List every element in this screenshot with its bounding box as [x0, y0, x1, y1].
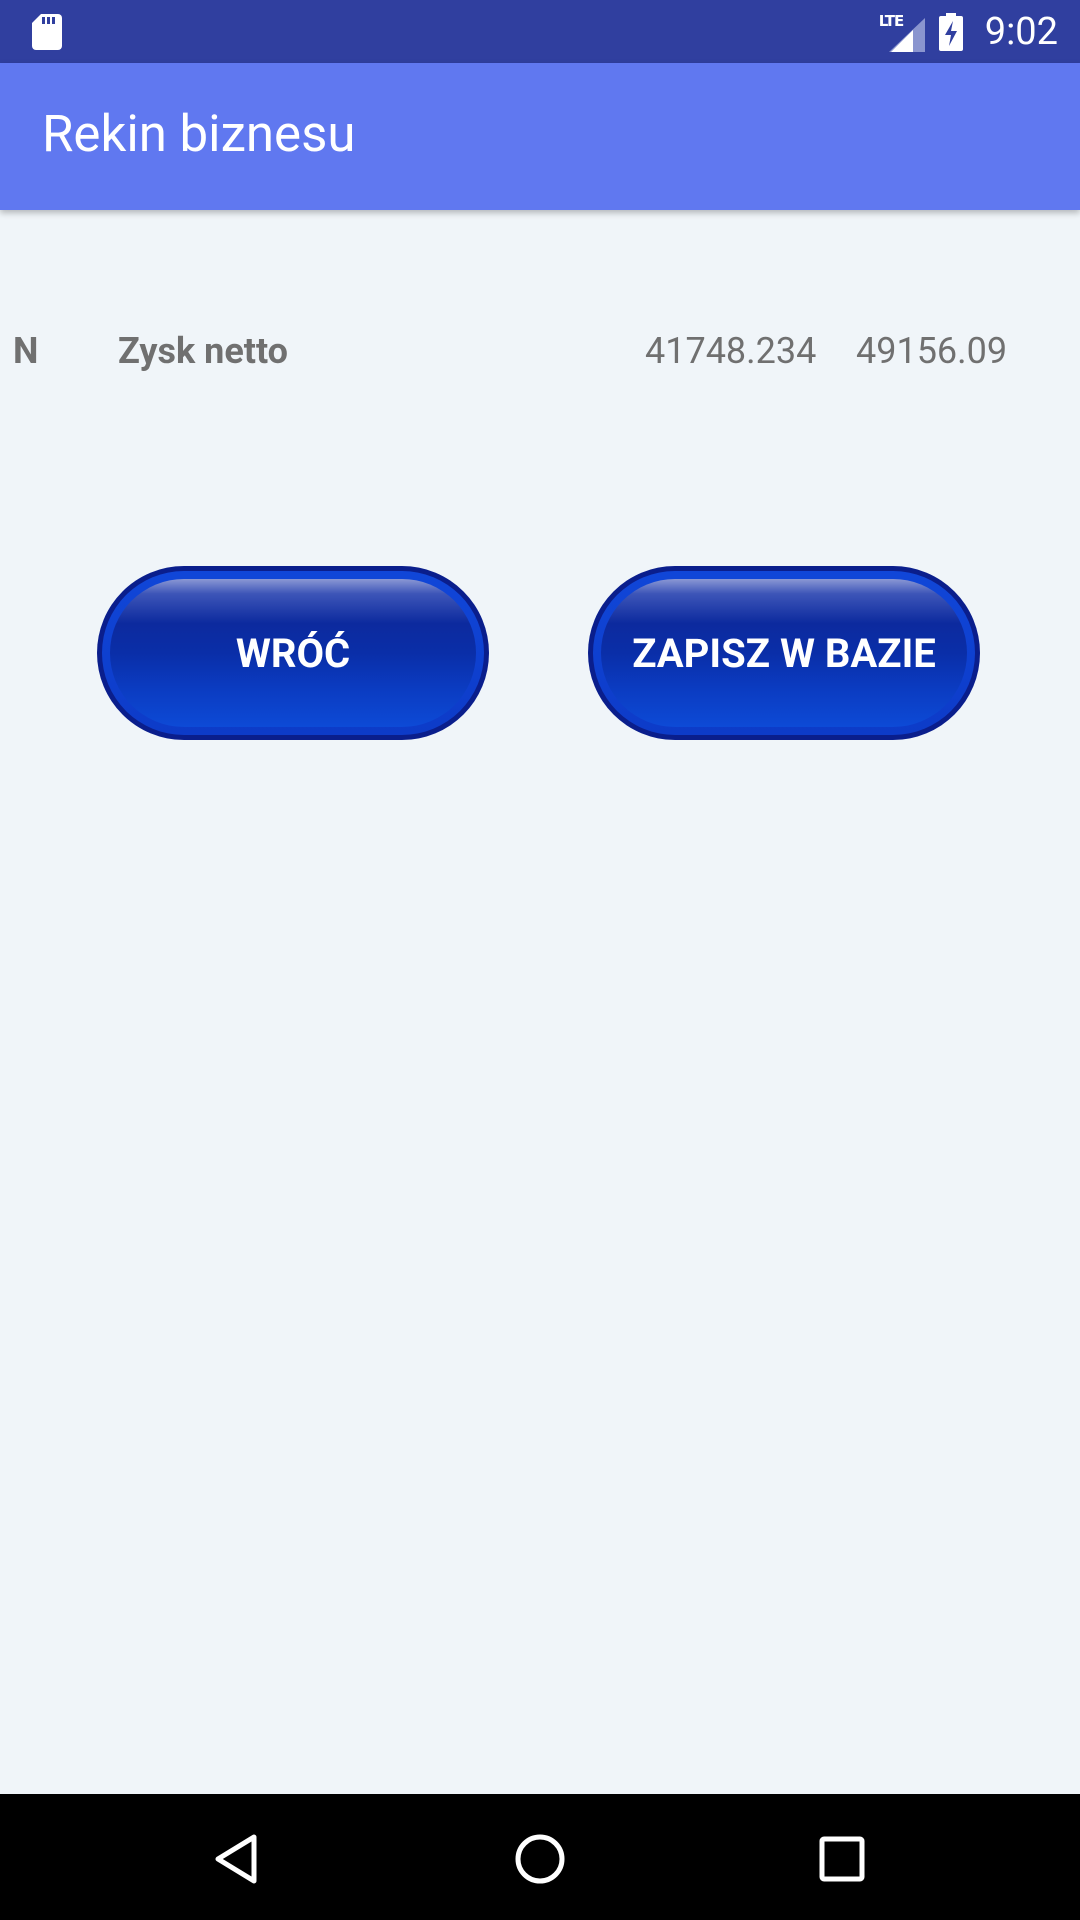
home-icon[interactable] [510, 1829, 570, 1889]
lte-signal-icon: LTE [879, 12, 925, 52]
row-label: Zysk netto [118, 330, 289, 372]
app-title: Rekin biznesu [42, 105, 356, 164]
save-button-face: ZAPISZ W BAZIE [601, 579, 967, 727]
back-icon[interactable] [206, 1829, 266, 1889]
battery-charging-icon [938, 12, 963, 51]
back-button[interactable]: WRÓĆ [97, 566, 489, 740]
save-button-rim: ZAPISZ W BAZIE [593, 571, 975, 735]
back-button-label: WRÓĆ [235, 629, 351, 677]
navigation-bar [0, 1794, 1080, 1920]
back-button-rim: WRÓĆ [102, 571, 484, 735]
net-profit-row: N Zysk netto 41748.234 49156.09 [0, 330, 1080, 380]
app-bar: Rekin biznesu [0, 63, 1080, 210]
row-value-2: 49156.09 [856, 330, 1008, 372]
back-button-face: WRÓĆ [110, 579, 476, 727]
row-value-1: 41748.234 [645, 330, 817, 372]
recents-icon[interactable] [812, 1829, 872, 1889]
clock: 9:02 [984, 9, 1058, 54]
sd-card-icon [32, 14, 62, 50]
row-code: N [13, 330, 39, 372]
save-button-label: ZAPISZ W BAZIE [632, 629, 936, 677]
save-to-database-button[interactable]: ZAPISZ W BAZIE [588, 566, 980, 740]
status-bar: LTE 9:02 [0, 0, 1080, 63]
